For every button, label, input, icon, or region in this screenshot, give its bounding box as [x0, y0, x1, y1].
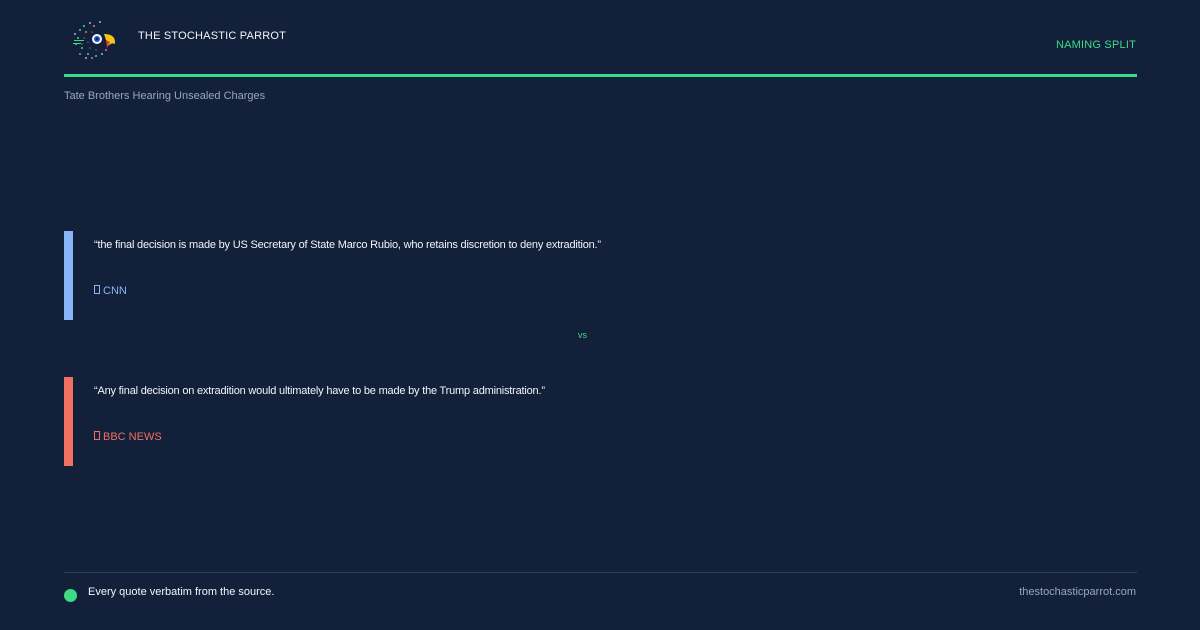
versus-label: vs — [578, 330, 587, 340]
source-label: BBC NEWS — [103, 431, 162, 443]
source-label: CNN — [103, 285, 127, 297]
site-url[interactable]: thestochasticparrot.com — [1019, 586, 1136, 598]
naming-split-tag: NAMING SPLIT — [1055, 39, 1136, 51]
quote-text: “the final decision is made by US Secret… — [94, 239, 601, 251]
quote-accent-bar — [64, 377, 73, 466]
quote-accent-bar — [64, 231, 73, 320]
quote-card-bbc: “Any final decision on extradition would… — [64, 377, 964, 466]
quote-card-cnn: “the final decision is made by US Secret… — [64, 231, 964, 320]
status-dot-icon — [64, 589, 77, 602]
header-divider — [64, 74, 1137, 77]
story-title: Tate Brothers Hearing Unsealed Charges — [64, 90, 266, 102]
brand-name: THE STOCHASTIC PARROT — [138, 30, 287, 42]
document-icon — [94, 285, 100, 294]
quote-source: BBC NEWS — [94, 431, 162, 443]
quote-text: “Any final decision on extradition would… — [94, 385, 545, 397]
footer-divider — [64, 572, 1137, 573]
parrot-logo-icon — [73, 21, 116, 59]
footer-note: Every quote verbatim from the source. — [88, 586, 275, 598]
document-icon — [94, 431, 100, 440]
quote-source: CNN — [94, 285, 127, 297]
